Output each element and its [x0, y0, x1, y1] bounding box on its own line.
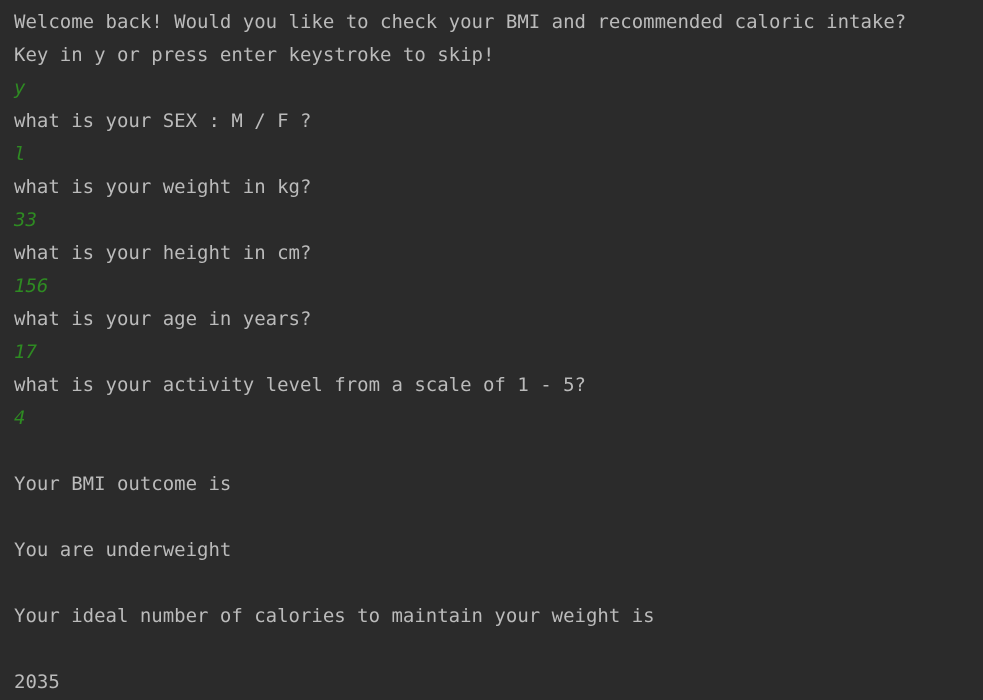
welcome-prompt: Welcome back! Would you like to check yo…: [14, 11, 907, 33]
weight-prompt: what is your weight in kg?: [14, 176, 312, 198]
activity-prompt: what is your activity level from a scale…: [14, 374, 586, 396]
sex-prompt: what is your SEX : M / F ?: [14, 110, 312, 132]
bmi-result: You are underweight: [14, 539, 232, 561]
console-output: Welcome back! Would you like to check yo…: [0, 0, 983, 700]
user-input-age: 17: [14, 341, 37, 363]
skip-instruction: Key in y or press enter keystroke to ski…: [14, 44, 495, 66]
user-input-weight: 33: [14, 209, 37, 231]
height-prompt: what is your height in cm?: [14, 242, 312, 264]
user-input-check: y: [14, 77, 26, 99]
user-input-height: 156: [14, 275, 49, 297]
bmi-outcome-label: Your BMI outcome is: [14, 473, 232, 495]
user-input-sex: l: [14, 143, 26, 165]
user-input-activity: 4: [14, 407, 26, 429]
age-prompt: what is your age in years?: [14, 308, 312, 330]
calories-value: 2035: [14, 671, 60, 693]
calories-label: Your ideal number of calories to maintai…: [14, 605, 655, 627]
